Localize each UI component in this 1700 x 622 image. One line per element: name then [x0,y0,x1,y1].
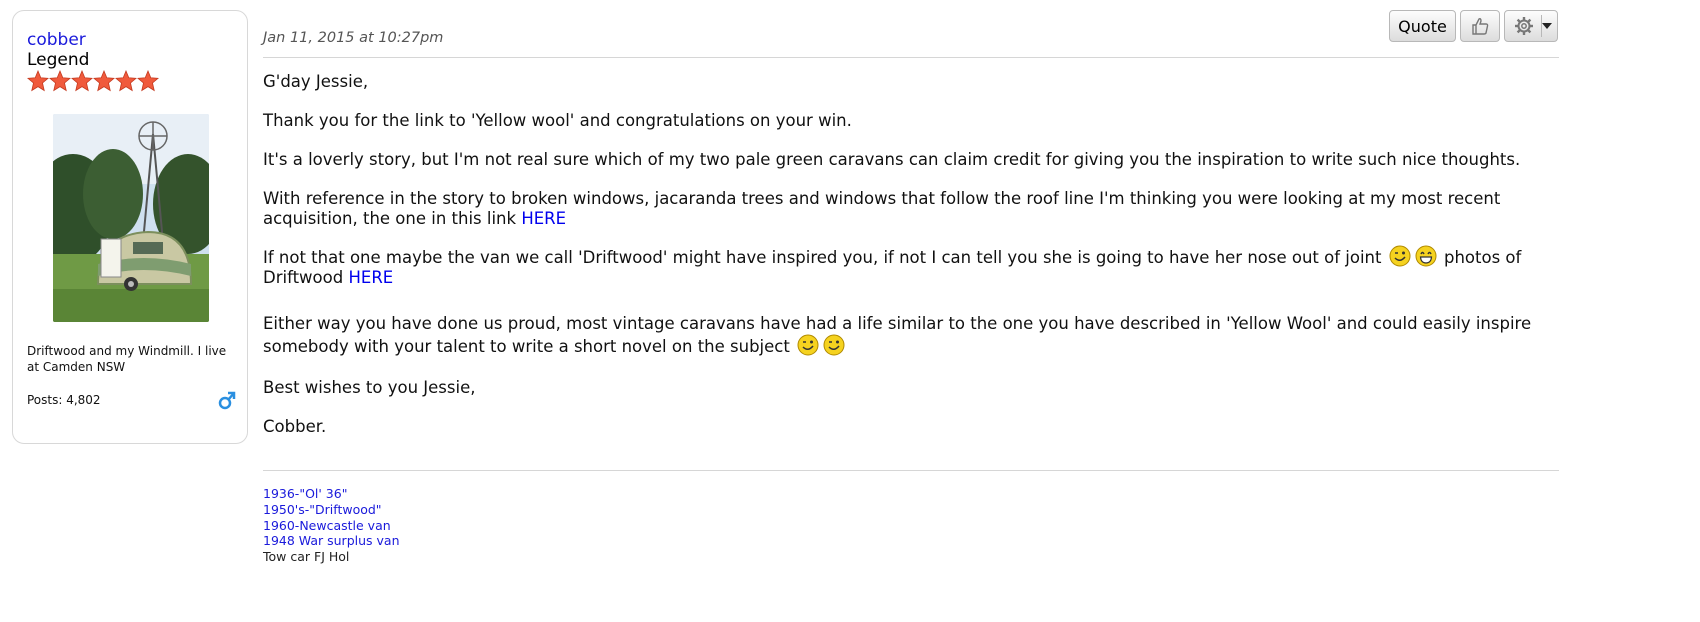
wink-smiley-icon [797,334,819,356]
like-button[interactable] [1460,10,1500,42]
chevron-down-icon [1542,23,1552,29]
post-paragraph: Thank you for the link to 'Yellow wool' … [263,111,852,130]
gear-icon [1515,17,1533,35]
wink-smiley-icon [1389,245,1411,267]
star-icon [115,70,137,92]
post-paragraph: With reference in the story to broken wi… [263,189,1558,229]
star-icon [27,70,49,92]
grin-smiley-icon [1415,245,1437,267]
signature-link[interactable]: 1948 War surplus van [263,533,400,548]
post-paragraph: G'day Jessie, [263,72,369,91]
author-rank: Legend [27,50,90,70]
signature-divider [263,470,1559,471]
author-panel: cobber Legend Driftwood and my Windmill.… [12,10,248,444]
here-link[interactable]: HERE [521,209,566,228]
post-signature: 1936-"Ol' 36" 1950's-"Driftwood" 1960-Ne… [263,486,400,565]
post-paragraph: Cobber. [263,417,327,436]
thumbs-up-icon [1472,18,1489,35]
author-signature-text: Driftwood and my Windmill. I live at Cam… [27,344,227,374]
paragraph-text: If not that one maybe the van we call 'D… [263,248,1382,267]
options-dropdown-button[interactable] [1504,10,1558,42]
signature-text: Tow car FJ Hol [263,549,350,565]
post-date: Jan 11, 2015 at 10:27pm [263,30,444,46]
post-toolbar: Quote [1389,10,1558,42]
post-paragraph: Either way you have done us proud, most … [263,314,1558,357]
signature-link[interactable]: 1960-Newcastle van [263,518,391,533]
wink-smiley-icon [823,334,845,356]
star-icon [137,70,159,92]
quote-button[interactable]: Quote [1389,10,1456,42]
signature-link[interactable]: 1950's-"Driftwood" [263,502,382,517]
rank-stars [27,70,159,92]
author-username-link[interactable]: cobber [27,30,86,50]
star-icon [93,70,115,92]
paragraph-text: Either way you have done us proud, most … [263,314,1532,356]
signature-link[interactable]: 1936-"Ol' 36" [263,486,347,501]
header-divider [263,57,1559,58]
male-symbol-icon [218,391,236,410]
paragraph-text: With reference in the story to broken wi… [263,189,1501,228]
post-paragraph: It's a loverly story, but I'm not real s… [263,150,1521,169]
post-paragraph: If not that one maybe the van we call 'D… [263,245,1558,288]
star-icon [49,70,71,92]
star-icon [71,70,93,92]
author-post-count: Posts: 4,802 [27,393,101,407]
post-paragraph: Best wishes to you Jessie, [263,378,476,397]
here-link[interactable]: HERE [348,268,393,287]
author-avatar[interactable] [53,114,209,322]
